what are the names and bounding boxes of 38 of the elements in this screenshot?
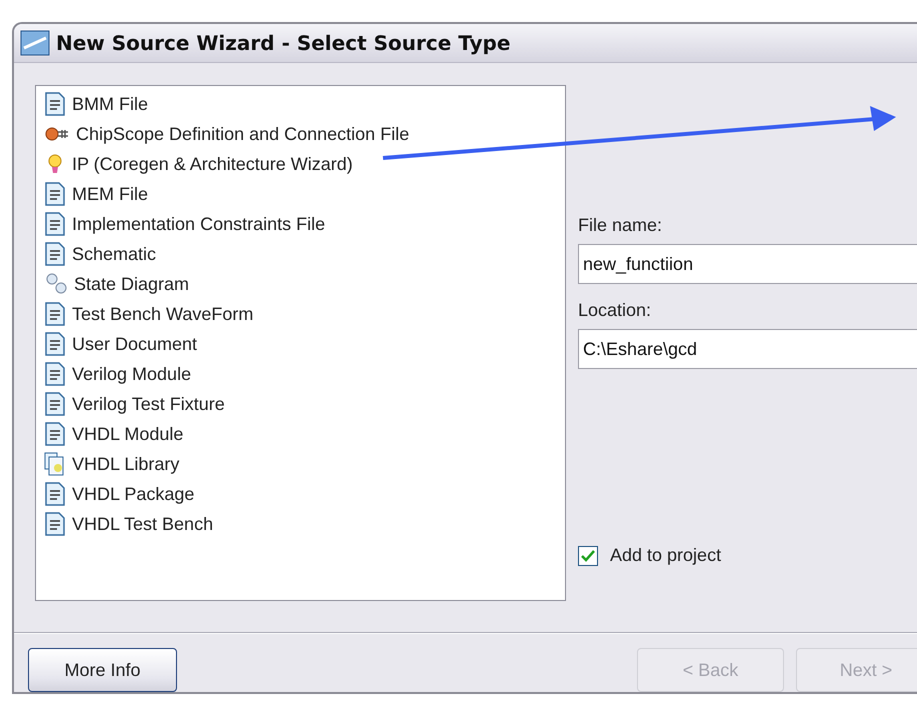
file-icon [44,482,66,506]
source-type-item[interactable]: Verilog Test Fixture [70,394,227,414]
source-type-item[interactable]: User Document [70,334,200,354]
file-icon [44,182,66,206]
file-icon [44,362,66,386]
file-icon [44,212,66,236]
file-icon [44,242,66,266]
source-type-item[interactable]: BMM File [70,94,150,114]
source-type-item[interactable]: Verilog Module [70,364,194,384]
checkbox-label: Add to project [610,545,722,566]
source-type-item[interactable]: Implementation Constraints File [70,214,328,234]
wizard-button[interactable]: More Info [28,648,177,692]
source-type-item[interactable]: VHDL Package [70,484,196,504]
window-title: New Source Wizard - Select Source Type [56,31,510,55]
file-name-field[interactable]: new_functiion [578,244,917,284]
state-diagram-icon [44,272,68,296]
source-type-item[interactable]: VHDL Library [70,454,182,474]
file-icon [44,302,66,326]
source-type-item[interactable]: Test Bench WaveForm [70,304,256,324]
source-type-item[interactable]: MEM File [70,184,150,204]
file-icon [44,92,66,116]
source-type-item[interactable]: VHDL Module [70,424,186,444]
source-type-item[interactable]: VHDL Test Bench [70,514,216,534]
file-icon [44,332,66,356]
field-label: Location: [578,300,652,321]
file-icon [44,512,66,536]
source-type-item[interactable]: ChipScope Definition and Connection File [74,124,412,144]
source-type-item[interactable]: IP (Coregen & Architecture Wizard) [70,154,355,174]
source-type-item[interactable]: Schematic [70,244,158,264]
library-icon [44,452,66,476]
probe-icon [44,125,70,143]
file-icon [44,422,66,446]
location-field[interactable]: C:\Eshare\gcd [578,329,917,369]
app-logo-icon [20,30,50,56]
file-icon [44,392,66,416]
source-type-item[interactable]: State Diagram [72,274,192,294]
checkbox[interactable] [578,546,598,566]
field-label: File name: [578,215,664,236]
